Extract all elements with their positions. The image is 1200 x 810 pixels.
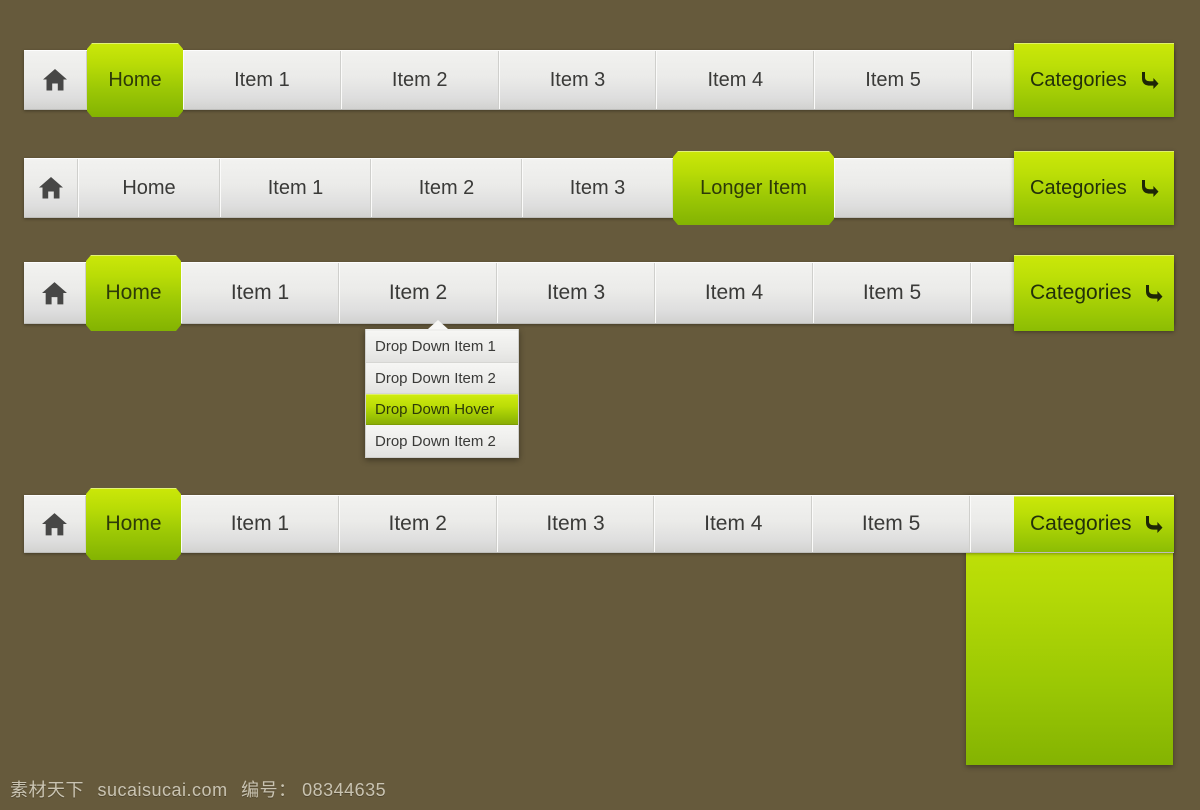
home-button[interactable] xyxy=(24,263,86,323)
home-icon xyxy=(42,512,67,535)
home-button[interactable] xyxy=(24,159,78,217)
nav-item-label: Item 3 xyxy=(569,176,626,199)
categories-button[interactable]: Categories xyxy=(1014,151,1174,225)
navbar-2: Home Item 1 Item 2 Item 3 Longer Item Ca… xyxy=(24,151,1174,225)
home-button[interactable] xyxy=(24,51,87,109)
dropdown-item-1[interactable]: Drop Down Item 1 xyxy=(366,331,518,363)
navbar-3: Home Item 1 Item 2 Item 3 Item 4 Item 5 … xyxy=(24,255,1174,331)
nav-filler xyxy=(969,496,1014,552)
dropdown-pointer-icon xyxy=(428,320,448,329)
nav-item-label: Item 3 xyxy=(549,68,606,91)
nav-item-home[interactable]: Home xyxy=(78,159,220,217)
dropdown-item-4[interactable]: Drop Down Item 2 xyxy=(366,425,518,457)
nav-filler xyxy=(971,263,1014,323)
dropdown-item-hover[interactable]: Drop Down Hover xyxy=(366,394,518,425)
nav-item-label: Home xyxy=(122,176,176,199)
nav-item-1[interactable]: Item 1 xyxy=(181,263,339,323)
nav-item-label: Item 4 xyxy=(707,68,764,91)
nav-item-home[interactable]: Home xyxy=(86,488,181,560)
nav-item-label: Item 5 xyxy=(861,512,921,535)
watermark-id-label: 编号： xyxy=(241,780,297,801)
nav-item-5[interactable]: Item 5 xyxy=(812,496,970,552)
watermark-id-value: 08344635 xyxy=(302,780,387,800)
nav-item-label: Item 2 xyxy=(388,512,447,535)
nav-item-3[interactable]: Item 3 xyxy=(497,263,655,323)
nav-item-label: Item 5 xyxy=(862,281,922,304)
home-button[interactable] xyxy=(24,496,86,552)
nav-item-4[interactable]: Item 4 xyxy=(656,51,815,109)
nav-item-label: Longer Item xyxy=(700,176,807,199)
categories-button[interactable]: Categories xyxy=(1013,43,1174,117)
watermark-site-cn: 素材天下 xyxy=(10,780,84,801)
nav-item-home[interactable]: Home xyxy=(87,43,183,117)
nav-item-3[interactable]: Item 3 xyxy=(522,159,673,217)
nav-item-label: Home xyxy=(105,281,162,304)
nav-item-longer[interactable]: Longer Item xyxy=(673,151,834,225)
page-root: Home Item 1 Item 2 Item 3 Item 4 Item 5 … xyxy=(0,0,1200,810)
navbar-1: Home Item 1 Item 2 Item 3 Item 4 Item 5 … xyxy=(24,43,1174,117)
categories-button-open[interactable]: Categories xyxy=(1013,496,1174,552)
nav-item-2[interactable]: Item 2 xyxy=(338,496,497,552)
curved-arrow-down-icon xyxy=(1141,72,1159,89)
categories-label: Categories xyxy=(1029,512,1132,535)
nav-item-label: Item 1 xyxy=(267,176,324,199)
dropdown-item-label: Drop Down Item 2 xyxy=(375,432,496,450)
nav-item-label: Item 3 xyxy=(546,512,605,535)
curved-arrow-down-icon xyxy=(1142,180,1159,197)
nav-item-1[interactable]: Item 1 xyxy=(181,496,339,552)
nav-item-label: Item 3 xyxy=(546,281,606,304)
nav-item-label: Item 1 xyxy=(230,281,290,304)
nav-item-label: Home xyxy=(105,512,162,535)
nav-item-4[interactable]: Item 4 xyxy=(655,263,813,323)
nav-filler xyxy=(834,159,1014,217)
nav-item-4[interactable]: Item 4 xyxy=(654,496,813,552)
home-icon xyxy=(43,69,67,91)
nav-item-2[interactable]: Item 2 xyxy=(339,263,497,323)
home-icon xyxy=(38,177,63,199)
watermark-site-url: sucaisucai.com xyxy=(97,780,228,800)
nav-item-home[interactable]: Home xyxy=(86,255,181,331)
home-icon xyxy=(42,281,67,304)
nav-item-label: Item 2 xyxy=(391,68,448,91)
nav-item-label: Item 1 xyxy=(230,512,290,535)
categories-label: Categories xyxy=(1030,281,1132,304)
nav-item-5[interactable]: Item 5 xyxy=(813,263,971,323)
nav-item-3[interactable]: Item 3 xyxy=(498,51,657,109)
nav-item-2[interactable]: Item 2 xyxy=(340,51,499,109)
nav-item-2[interactable]: Item 2 xyxy=(371,159,522,217)
nav-item-3[interactable]: Item 3 xyxy=(496,496,655,552)
nav-item-label: Item 2 xyxy=(418,176,475,199)
dropdown-item-label: Drop Down Item 1 xyxy=(375,338,496,355)
categories-button[interactable]: Categories xyxy=(1014,255,1174,331)
watermark: 素材天下 sucaisucai.com 编号： 08344635 xyxy=(10,776,386,802)
dropdown-item-label: Drop Down Hover xyxy=(375,400,495,418)
nav-item-label: Item 5 xyxy=(865,68,921,91)
curved-arrow-down-icon xyxy=(1145,285,1163,302)
curved-arrow-down-icon xyxy=(1145,516,1163,533)
nav-item-label: Item 1 xyxy=(234,68,290,91)
categories-label: Categories xyxy=(1030,176,1127,199)
nav-item-5[interactable]: Item 5 xyxy=(814,51,972,109)
navbar-4: Home Item 1 Item 2 Item 3 Item 4 Item 5 … xyxy=(24,495,1174,553)
nav-item-1[interactable]: Item 1 xyxy=(220,159,371,217)
categories-label: Categories xyxy=(1029,68,1127,91)
dropdown-item-2[interactable]: Drop Down Item 2 xyxy=(366,363,518,394)
nav-item-label: Home xyxy=(108,68,162,91)
nav-item-label: Item 2 xyxy=(388,281,448,304)
dropdown-item-label: Drop Down Item 2 xyxy=(375,369,496,387)
nav-filler xyxy=(971,51,1014,109)
nav-item-label: Item 4 xyxy=(704,281,764,304)
nav-item-1[interactable]: Item 1 xyxy=(183,51,341,109)
nav-item-label: Item 4 xyxy=(704,512,763,535)
dropdown-menu: Drop Down Item 1 Drop Down Item 2 Drop D… xyxy=(365,320,519,458)
